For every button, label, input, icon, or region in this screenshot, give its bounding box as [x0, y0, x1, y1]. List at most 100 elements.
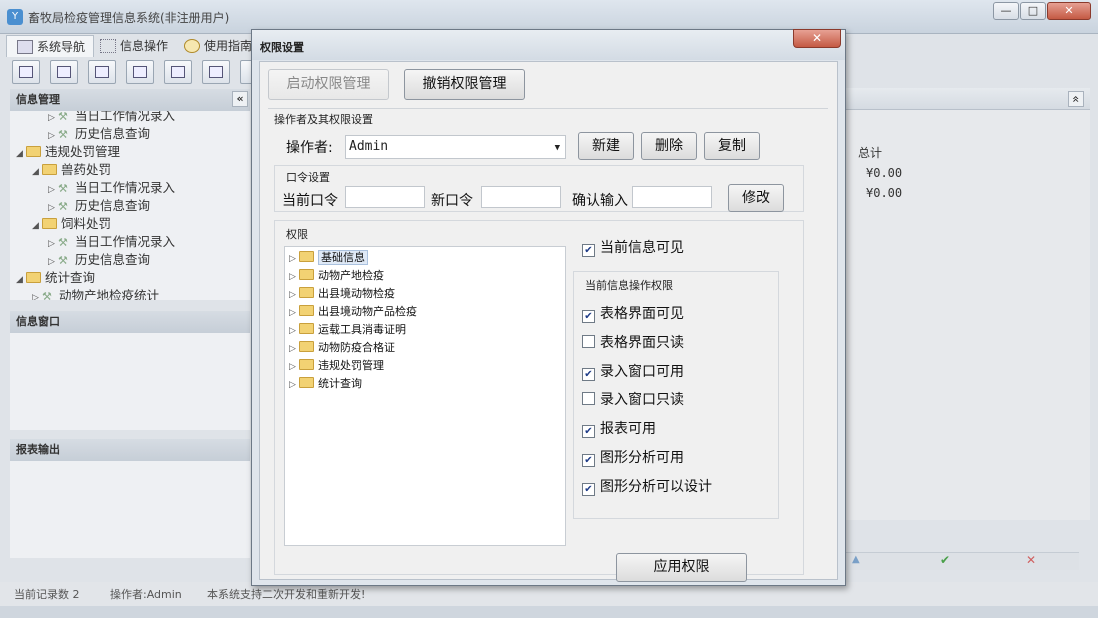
operator-select[interactable]: Admin ▼ [345, 135, 566, 159]
permission-checkbox-row[interactable]: 表格界面只读 [582, 334, 684, 352]
tree-item[interactable]: ▷ ⚒ 当日工作情况录入 [48, 233, 175, 251]
export-icon [209, 66, 223, 78]
tab-info-ops[interactable]: 信息操作 [90, 35, 176, 57]
permission-label: 录入窗口只读 [600, 392, 684, 409]
tree-item[interactable]: ▷ ⚒ 历史信息查询 [48, 125, 150, 143]
nav-tree: ▷ ⚒ 当日工作情况录入 ▷ ⚒ 历史信息查询 ◢ 违规处罚管理 ◢ 兽药处罚 ▷ ⚒ 当日工作情况录入… [10, 111, 250, 300]
tree-item[interactable]: ◢ 统计查询 [16, 269, 95, 287]
expand-icon[interactable]: « [1068, 91, 1084, 107]
permission-checkbox-row[interactable]: 录入窗口只读 [582, 391, 684, 409]
apply-permission-button[interactable]: 应用权限 [616, 553, 747, 582]
collapsed-arrow-icon[interactable]: ▷ [289, 250, 299, 268]
tab-user-guide[interactable]: 使用指南 [174, 35, 260, 57]
permission-checkbox-row[interactable]: ✔ 图形分析可用 [582, 449, 684, 467]
grid-icon [100, 39, 116, 53]
password-section-label: 口令设置 [286, 171, 330, 184]
maximize-button[interactable]: □ [1020, 2, 1046, 20]
window-tool-button[interactable] [164, 60, 192, 84]
delete-operator-button[interactable]: 删除 [641, 132, 697, 160]
collapsed-arrow-icon[interactable]: ▷ [289, 376, 299, 394]
collapsed-arrow-icon[interactable]: ▷ [289, 340, 299, 358]
folder-icon [299, 251, 314, 262]
new-operator-button[interactable]: 新建 [578, 132, 634, 160]
permission-checkbox[interactable]: ✔ [582, 454, 595, 467]
info-mgmt-header: 信息管理 « [10, 89, 250, 111]
permission-checkbox[interactable] [582, 334, 595, 348]
perm-tree-item[interactable]: ▷ 运载工具消毒证明 [289, 321, 406, 339]
tree-item[interactable]: ◢ 违规处罚管理 [16, 143, 120, 161]
new-password-input[interactable] [481, 186, 561, 208]
tools-icon: ⚒ [58, 182, 68, 195]
cancel-icon[interactable]: ✕ [1026, 553, 1036, 567]
document-tool-button[interactable] [88, 60, 116, 84]
perm-tree-item[interactable]: ▷ 动物防疫合格证 [289, 339, 395, 357]
grid-cell-total[interactable]: ¥0.00 [866, 186, 902, 200]
revoke-permission-button[interactable]: 撤销权限管理 [404, 69, 525, 100]
start-permission-button[interactable]: 启动权限管理 [268, 69, 389, 100]
perm-tree-label: 统计查询 [318, 377, 362, 390]
tree-item[interactable]: ▷ ⚒ 动物产地检疫统计 [32, 287, 159, 300]
perm-tree-item[interactable]: ▷ 动物产地检疫 [289, 267, 384, 285]
current-visible-checkbox-row[interactable]: ✔ 当前信息可见 [582, 239, 684, 257]
dialog-close-button[interactable]: ✕ [793, 29, 841, 48]
permission-checkbox-row[interactable]: ✔ 表格界面可见 [582, 305, 684, 323]
folder-icon [299, 359, 314, 370]
folder-icon [299, 287, 314, 298]
current-password-input[interactable] [345, 186, 425, 208]
permission-checkbox-row[interactable]: ✔ 报表可用 [582, 420, 656, 439]
permission-checkbox[interactable] [582, 392, 595, 406]
permission-checkbox[interactable]: ✔ [582, 482, 595, 496]
grid-cell-total[interactable]: ¥0.00 [866, 166, 902, 180]
minimize-button[interactable]: — [993, 2, 1019, 20]
modify-password-button[interactable]: 修改 [728, 184, 784, 212]
up-icon[interactable]: ▲ [852, 554, 860, 565]
permission-checkbox[interactable]: ✔ [582, 425, 595, 439]
tree-item[interactable]: ▷ ⚒ 当日工作情况录入 [48, 111, 175, 125]
folder-icon [26, 272, 41, 283]
copy-operator-button[interactable]: 复制 [704, 132, 760, 160]
perm-tree-item[interactable]: ▷ 基础信息 [289, 249, 368, 267]
permission-dialog: 权限设置 ✕ 启动权限管理 撤销权限管理 操作者及其权限设置 操作者: Admi… [251, 29, 846, 586]
check-icon[interactable]: ✔ [940, 553, 950, 567]
search-tool-button[interactable] [12, 60, 40, 84]
collapsed-arrow-icon[interactable]: ▷ [289, 268, 299, 286]
current-password-label: 当前口令 [282, 193, 338, 209]
collapsed-arrow-icon[interactable]: ▷ [289, 304, 299, 322]
permission-tree: ▷ 基础信息 ▷ 动物产地检疫 ▷ 出县境动物检疫 ▷ 出县境动物产品检疫 ▷ 运载工具消毒证明 ▷… [284, 246, 566, 546]
grid-tool-button[interactable] [126, 60, 154, 84]
window-close-button[interactable]: ✕ [1047, 2, 1091, 20]
info-window-body [10, 333, 250, 430]
operator-value: Admin [349, 139, 389, 154]
perm-tree-item[interactable]: ▷ 出县境动物产品检疫 [289, 303, 417, 321]
expanded-arrow-icon[interactable]: ◢ [16, 271, 26, 289]
tree-item[interactable]: ▷ ⚒ 历史信息查询 [48, 251, 150, 269]
tree-item[interactable]: ▷ ⚒ 当日工作情况录入 [48, 179, 175, 197]
view-tool-button[interactable] [50, 60, 78, 84]
expanded-arrow-icon[interactable]: ◢ [32, 163, 42, 181]
perm-tree-item[interactable]: ▷ 出县境动物检疫 [289, 285, 395, 303]
export-tool-button[interactable] [202, 60, 230, 84]
folder-icon [42, 164, 57, 175]
expanded-arrow-icon[interactable]: ◢ [32, 217, 42, 235]
collapsed-arrow-icon[interactable]: ▷ [289, 322, 299, 340]
perm-tree-item[interactable]: ▷ 违规处罚管理 [289, 357, 384, 375]
tree-item[interactable]: ▷ ⚒ 历史信息查询 [48, 197, 150, 215]
permission-checkbox-row[interactable]: ✔ 录入窗口可用 [582, 363, 684, 381]
report-output-body [10, 461, 250, 558]
permission-checkbox[interactable]: ✔ [582, 310, 595, 323]
tree-item[interactable]: ◢ 饲料处罚 [32, 215, 111, 233]
collapsed-arrow-icon[interactable]: ▷ [289, 358, 299, 376]
collapsed-arrow-icon[interactable]: ▷ [32, 289, 42, 300]
confirm-password-input[interactable] [632, 186, 712, 208]
tab-system-nav[interactable]: 系统导航 [6, 35, 95, 57]
tree-item[interactable]: ◢ 兽药处罚 [32, 161, 111, 179]
collapse-left-icon[interactable]: « [232, 91, 248, 107]
current-visible-checkbox[interactable]: ✔ [582, 244, 595, 257]
perm-tree-item[interactable]: ▷ 统计查询 [289, 375, 362, 393]
collapsed-arrow-icon[interactable]: ▷ [289, 286, 299, 304]
permission-checkbox[interactable]: ✔ [582, 367, 595, 381]
tree-item-label: 统计查询 [45, 270, 96, 285]
expanded-arrow-icon[interactable]: ◢ [16, 145, 26, 163]
tree-item-label: 历史信息查询 [75, 198, 151, 213]
permission-checkbox-row[interactable]: ✔ 图形分析可以设计 [582, 478, 712, 496]
